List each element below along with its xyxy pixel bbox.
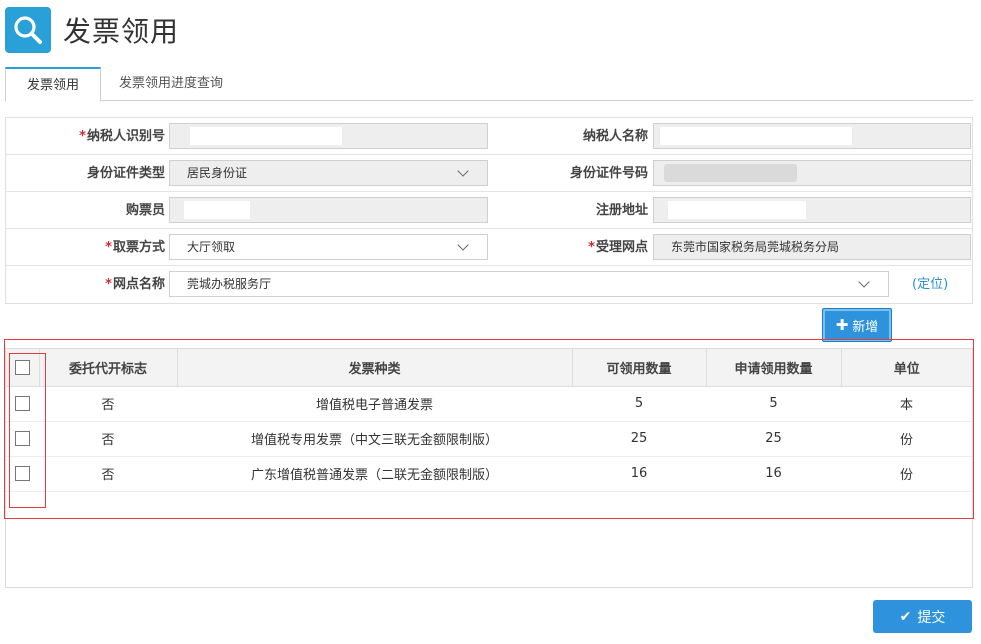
form-row: *网点名称 莞城办税服务厅 (定位) — [6, 266, 972, 303]
reg-address-field[interactable] — [653, 197, 971, 223]
cell-available: 5 — [572, 386, 706, 422]
row-checkbox[interactable] — [15, 466, 30, 481]
search-icon — [5, 7, 51, 53]
add-button[interactable]: ✚ 新增 — [822, 308, 892, 342]
point-name-select[interactable]: 莞城办税服务厅 — [169, 271, 889, 297]
locate-link[interactable]: (定位) — [912, 266, 948, 303]
taxpayer-name-field[interactable] — [653, 123, 971, 149]
tab-bar: 发票领用 发票领用进度查询 — [5, 67, 973, 102]
col-header-type: 发票种类 — [177, 349, 573, 387]
id-number-field[interactable] — [653, 160, 971, 186]
form-row: *纳税人识别号 纳税人名称 — [6, 118, 972, 155]
invoice-form: *纳税人识别号 纳税人名称 身份证件类型 居民身份证 身份证件号码 购票员 注册… — [5, 117, 973, 304]
form-row: *取票方式 大厅领取 *受理网点 东莞市国家税务局莞城税务分局 — [6, 229, 972, 266]
taxpayer-id-label: *纳税人识别号 — [79, 129, 165, 144]
cell-flag: 否 — [39, 456, 177, 492]
page-header: 发票领用 — [5, 7, 179, 53]
table-row[interactable]: 否 增值税专用发票（中文三联无金额限制版） 25 25 份 — [6, 421, 972, 457]
select-all-cell — [6, 349, 40, 387]
accept-point-label: *受理网点 — [588, 240, 648, 255]
cell-requested[interactable]: 16 — [706, 456, 841, 492]
page-title: 发票领用 — [63, 15, 180, 48]
cell-type: 增值税电子普通发票 — [177, 386, 572, 422]
id-type-select[interactable]: 居民身份证 — [169, 160, 488, 186]
buyer-label: 购票员 — [125, 203, 165, 218]
check-icon: ✔ — [899, 608, 912, 625]
table-header-row: 委托代开标志 发票种类 可领用数量 申请领用数量 单位 — [6, 349, 972, 387]
taxpayer-name-label: 纳税人名称 — [582, 129, 648, 144]
cell-requested[interactable]: 5 — [706, 386, 841, 422]
col-header-requested: 申请领用数量 — [706, 349, 842, 387]
cell-available: 25 — [572, 421, 706, 457]
form-row: 购票员 注册地址 — [6, 192, 972, 229]
cell-unit: 份 — [841, 456, 972, 492]
reg-address-label: 注册地址 — [595, 203, 648, 218]
cell-flag: 否 — [39, 386, 177, 422]
form-row: 身份证件类型 居民身份证 身份证件号码 — [6, 155, 972, 192]
col-header-available: 可领用数量 — [572, 349, 707, 387]
table-row[interactable]: 否 广东增值税普通发票（二联无金额限制版） 16 16 份 — [6, 456, 972, 492]
cell-requested[interactable]: 25 — [706, 421, 841, 457]
row-select-cell — [6, 386, 39, 422]
submit-button[interactable]: ✔ 提交 — [873, 600, 972, 633]
col-header-flag: 委托代开标志 — [39, 349, 178, 387]
row-select-cell — [6, 456, 39, 492]
cell-unit: 本 — [841, 386, 972, 422]
cell-available: 16 — [572, 456, 706, 492]
cell-type: 增值税专用发票（中文三联无金额限制版） — [177, 421, 572, 457]
row-checkbox[interactable] — [15, 396, 30, 411]
row-checkbox[interactable] — [15, 431, 30, 446]
id-number-label: 身份证件号码 — [569, 166, 648, 181]
tab-invoice-apply[interactable]: 发票领用 — [5, 67, 101, 102]
id-type-label: 身份证件类型 — [86, 166, 165, 181]
invoice-table: 委托代开标志 发票种类 可领用数量 申请领用数量 单位 否 增值税电子普通发票 … — [6, 349, 972, 492]
tab-progress-query[interactable]: 发票领用进度查询 — [101, 67, 241, 101]
table-row[interactable]: 否 增值税电子普通发票 5 5 本 — [6, 386, 972, 422]
taxpayer-id-field[interactable] — [169, 123, 488, 149]
cell-flag: 否 — [39, 421, 177, 457]
col-header-unit: 单位 — [841, 349, 972, 387]
select-all-checkbox[interactable] — [14, 359, 30, 375]
row-select-cell — [6, 421, 39, 457]
pickup-method-label: *取票方式 — [105, 240, 165, 255]
cell-unit: 份 — [841, 421, 972, 457]
accept-point-field: 东莞市国家税务局莞城税务分局 — [653, 234, 971, 260]
cell-type: 广东增值税普通发票（二联无金额限制版） — [177, 456, 572, 492]
pickup-method-select[interactable]: 大厅领取 — [169, 234, 488, 260]
plus-icon: ✚ — [835, 316, 849, 334]
buyer-field[interactable] — [169, 197, 488, 223]
point-name-label: *网点名称 — [105, 277, 165, 292]
